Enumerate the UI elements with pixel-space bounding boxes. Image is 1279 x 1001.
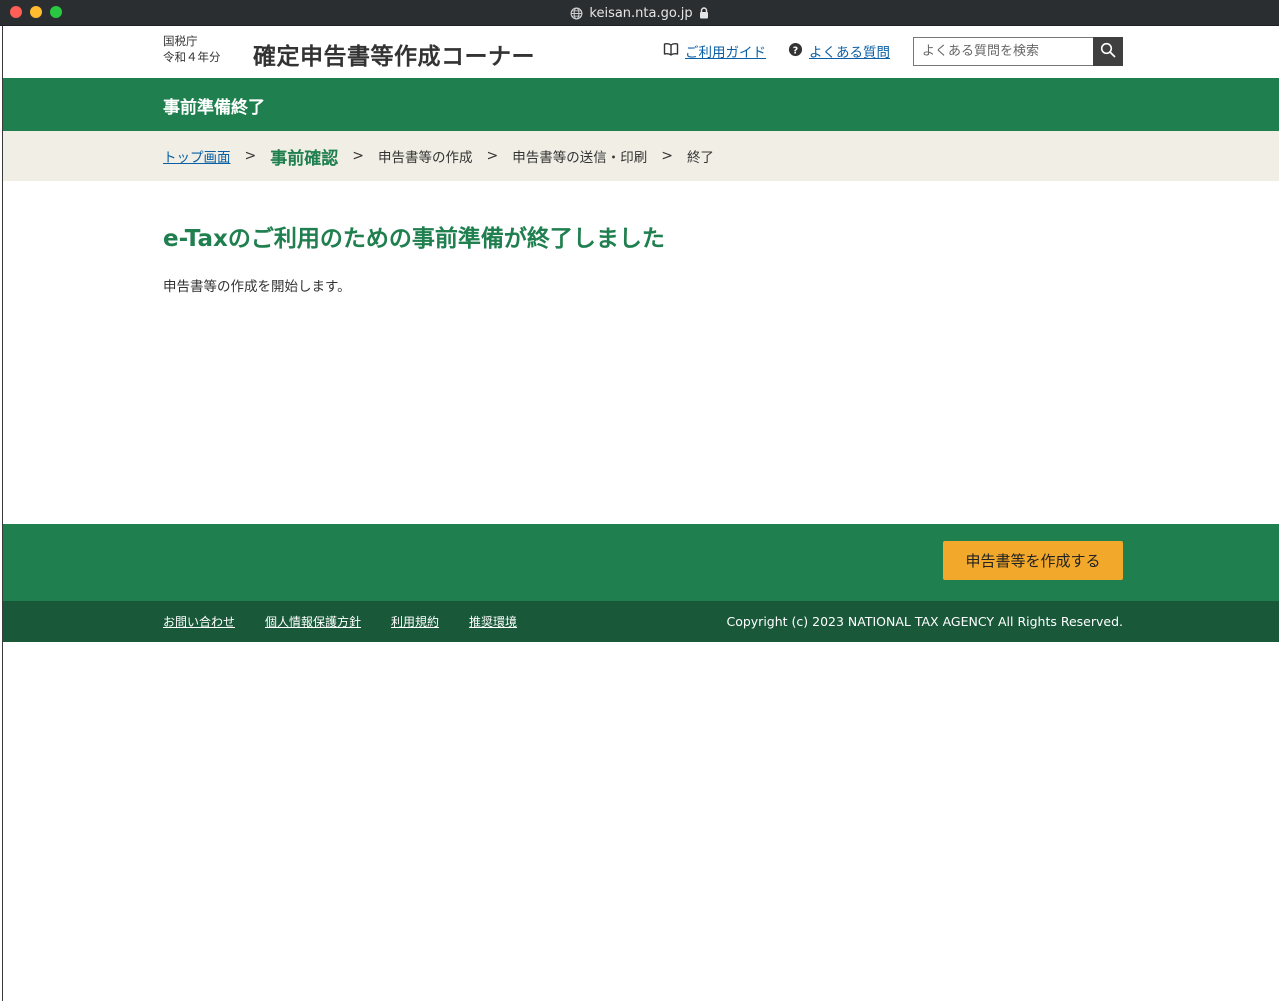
browser-titlebar: keisan.nta.go.jp [0, 0, 1279, 26]
breadcrumb-top-link[interactable]: トップ画面 [163, 146, 231, 166]
footer-link-terms[interactable]: 利用規約 [391, 613, 439, 630]
page-title-bar: 事前準備終了 [3, 78, 1279, 131]
chevron-right-icon: > [244, 148, 257, 164]
search-button[interactable] [1093, 37, 1123, 66]
globe-icon [570, 7, 583, 20]
footer-link-environment[interactable]: 推奨環境 [469, 613, 517, 630]
faq-link[interactable]: ? よくある質問 [788, 41, 890, 61]
faq-search-input[interactable] [913, 37, 1093, 66]
svg-text:?: ? [793, 45, 798, 56]
copyright-text: Copyright (c) 2023 NATIONAL TAX AGENCY A… [726, 614, 1123, 629]
breadcrumb-current-step: 事前確認 [270, 148, 339, 169]
faq-link-label[interactable]: よくある質問 [809, 41, 890, 61]
site-title[interactable]: 確定申告書等作成コーナー [253, 37, 535, 71]
breadcrumb-step: 申告書等の作成 [377, 150, 473, 166]
footer-link-privacy[interactable]: 個人情報保護方針 [265, 613, 361, 630]
action-bar: 申告書等を作成する [3, 524, 1279, 601]
url-text: keisan.nta.go.jp [589, 5, 693, 21]
web-page: 国税庁 令和４年分 確定申告書等作成コーナー ご利用ガイド ? よくある質問 よ… [2, 26, 1279, 1001]
question-circle-icon: ? [788, 42, 803, 61]
lock-icon [699, 7, 709, 19]
book-icon [663, 42, 679, 60]
breadcrumb-step: 終了 [686, 150, 714, 166]
main-description: 申告書等の作成を開始します。 [163, 279, 351, 295]
agency-info: 国税庁 令和４年分 [163, 33, 221, 65]
footer-link-contact[interactable]: お問い合わせ [163, 613, 235, 630]
chevron-right-icon: > [352, 148, 364, 164]
address-bar[interactable]: keisan.nta.go.jp [0, 0, 1279, 26]
breadcrumb-step: 申告書等の送信・印刷 [512, 150, 648, 166]
tax-year: 令和４年分 [163, 50, 221, 64]
page-title: 事前準備終了 [163, 98, 265, 118]
breadcrumb-list: トップ画面 > 事前確認 > 申告書等の作成 > 申告書等の送信・印刷 > 終了 [163, 131, 714, 181]
search-icon [1100, 42, 1116, 62]
breadcrumb: トップ画面 > 事前確認 > 申告書等の作成 > 申告書等の送信・印刷 > 終了 [3, 131, 1279, 181]
site-header: 国税庁 令和４年分 確定申告書等作成コーナー ご利用ガイド ? よくある質問 [3, 26, 1279, 78]
guide-link[interactable]: ご利用ガイド [663, 41, 766, 61]
footer-links: お問い合わせ 個人情報保護方針 利用規約 推奨環境 [163, 601, 517, 642]
create-return-button[interactable]: 申告書等を作成する [943, 541, 1123, 580]
faq-search [913, 37, 1123, 66]
guide-link-label[interactable]: ご利用ガイド [685, 41, 766, 61]
site-footer: お問い合わせ 個人情報保護方針 利用規約 推奨環境 Copyright (c) … [3, 601, 1279, 642]
chevron-right-icon: > [486, 148, 499, 164]
main-heading: e-Taxのご利用のための事前準備が終了しました [163, 226, 665, 252]
agency-name: 国税庁 [163, 34, 198, 48]
chevron-right-icon: > [661, 148, 673, 164]
